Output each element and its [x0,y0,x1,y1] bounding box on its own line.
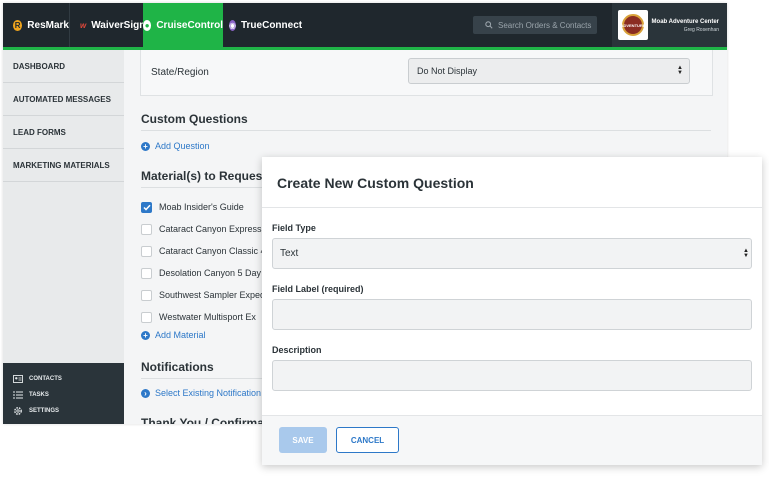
materials-list: Moab Insider's Guide Cataract Canyon Exp… [141,196,266,328]
material-label: Desolation Canyon 5 Day [159,268,262,278]
checkbox[interactable] [141,267,152,279]
material-label: Southwest Sampler Exped [159,290,266,300]
material-item[interactable]: Westwater Multisport Ex [141,306,266,328]
checkbox-checked[interactable] [141,201,152,213]
material-item[interactable]: Moab Insider's Guide [141,196,266,218]
sidebar-link-tasks[interactable]: TASKS [3,387,124,403]
field-label-label: Field Label (required) [272,284,364,294]
modal-footer: SAVE CANCEL [262,415,762,465]
waiversign-icon: w [80,20,87,30]
account-name: Moab Adventure Center [651,19,719,25]
material-label: Moab Insider's Guide [159,202,244,212]
sidebar-link-settings[interactable]: SETTINGS [3,403,124,419]
tab-label: WaiverSign [91,19,146,31]
state-region-value: Do Not Display [417,66,478,76]
sidebar-link-label: TASKS [29,392,49,398]
company-logo: ADVENTURE [618,10,648,40]
search-icon [485,21,493,29]
thankyou-title: Thank You / Confirmat [141,416,268,424]
contact-card-icon [13,375,23,383]
add-material-label: Add Material [155,330,206,340]
tab-resmark[interactable]: R ResMark [3,3,69,47]
select-caret-icon: ▲ ▼ [677,65,683,76]
notifications-title: Notifications [141,360,214,374]
tab-waiversign[interactable]: w WaiverSign [69,3,146,47]
sidebar-item-automated-messages[interactable]: AUTOMATED MESSAGES [3,83,124,116]
select-notification-label: Select Existing Notification [155,388,262,398]
tab-label: ResMark [27,19,69,31]
tab-trueconnect[interactable]: ◉ TrueConnect [223,3,303,47]
material-label: Westwater Multisport Ex [159,312,256,322]
tab-label: TrueConnect [240,19,303,31]
material-label: Cataract Canyon Express [159,224,262,234]
create-question-modal: Create New Custom Question Field Type Te… [262,157,762,465]
cruisecontrol-icon: ● [143,19,152,31]
add-question-link[interactable]: + Add Question [141,141,210,151]
section-divider [141,130,711,131]
description-input[interactable] [272,360,752,391]
sidebar-link-label: CONTACTS [29,376,62,382]
material-item[interactable]: Cataract Canyon Express [141,218,266,240]
search-input[interactable]: Search Orders & Contacts [473,16,597,34]
chevron-right-circle-icon: › [141,388,150,398]
description-label: Description [272,345,322,355]
plus-circle-icon: + [141,141,150,151]
field-type-value: Text [280,248,299,259]
sidebar-bottom: CONTACTS TASKS SETTINGS [3,363,124,424]
material-item[interactable]: Cataract Canyon Classic 4 [141,240,266,262]
add-material-link[interactable]: + Add Material [141,330,206,340]
logo-badge: ADVENTURE [621,14,645,36]
task-list-icon [13,391,23,399]
checkbox[interactable] [141,311,152,323]
add-question-label: Add Question [155,141,210,151]
materials-title: Material(s) to Request [141,169,267,183]
custom-questions-title: Custom Questions [141,112,248,126]
plus-circle-icon: + [141,330,150,340]
sidebar: DASHBOARD AUTOMATED MESSAGES LEAD FORMS … [3,50,124,424]
checkbox[interactable] [141,223,152,235]
sidebar-item-dashboard[interactable]: DASHBOARD [3,50,124,83]
material-item[interactable]: Southwest Sampler Exped [141,284,266,306]
trueconnect-icon: ◉ [229,19,236,31]
modal-title: Create New Custom Question [277,175,474,191]
sidebar-item-lead-forms[interactable]: LEAD FORMS [3,116,124,149]
state-region-select[interactable]: Do Not Display ▲ ▼ [408,58,690,84]
save-button[interactable]: SAVE [279,427,327,453]
sidebar-item-marketing-materials[interactable]: MARKETING MATERIALS [3,149,124,182]
checkbox[interactable] [141,289,152,301]
account-menu[interactable]: ADVENTURE Moab Adventure Center Greg Ros… [612,3,727,47]
tab-cruisecontrol[interactable]: ● CruiseControl [143,3,223,47]
select-caret-icon: ▲ ▼ [743,248,749,259]
gear-icon [14,407,22,415]
tab-label: CruiseControl [156,19,223,31]
state-region-label: State/Region [151,67,209,78]
top-bar: R ResMark w WaiverSign ● CruiseControl ◉… [3,3,727,50]
checkbox[interactable] [141,245,152,257]
sidebar-link-label: SETTINGS [29,408,60,414]
field-type-select[interactable]: Text ▲ ▼ [272,238,752,269]
check-icon [142,204,151,211]
select-notification-link[interactable]: › Select Existing Notification [141,388,261,398]
field-type-label: Field Type [272,223,316,233]
state-region-row: State/Region Do Not Display ▲ ▼ [140,50,713,96]
search-placeholder: Search Orders & Contacts [498,20,592,30]
sidebar-link-contacts[interactable]: CONTACTS [3,371,124,387]
material-label: Cataract Canyon Classic 4 [159,246,266,256]
cancel-button[interactable]: CANCEL [336,427,399,453]
field-label-input[interactable] [272,299,752,330]
account-user: Greg Rosenhan [683,27,719,33]
modal-divider [262,207,762,208]
resmark-icon: R [13,19,23,31]
material-item[interactable]: Desolation Canyon 5 Day [141,262,266,284]
